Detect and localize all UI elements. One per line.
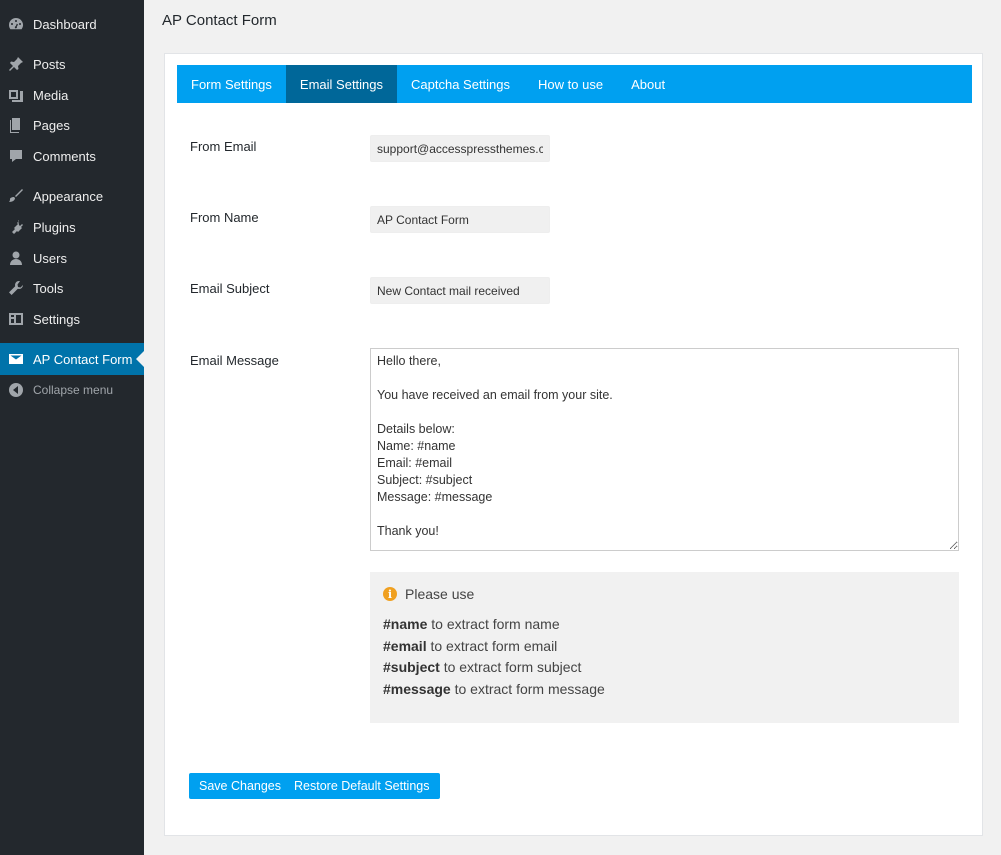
info-text: to extract form message [450,680,605,697]
settings-panel: Form Settings Email Settings Captcha Set… [164,53,983,836]
tab-how-to-use[interactable]: How to use [524,65,617,103]
info-tag: #email [383,637,427,654]
info-line-name: #name to extract form name [383,614,946,636]
dashboard-icon [8,16,24,32]
placeholder-info-box: i Please use #name to extract form name … [370,572,959,723]
email-message-label: Email Message [190,353,279,368]
sidebar-item-tools[interactable]: Tools [0,272,144,304]
sidebar-item-label: Pages [33,117,70,133]
restore-defaults-button[interactable]: Restore Default Settings [284,773,440,799]
from-name-label: From Name [190,210,259,225]
info-text: to extract form subject [439,659,582,675]
info-tag: #message [383,680,451,697]
comment-icon [8,148,24,164]
info-text: to extract form name [427,616,560,632]
media-icon [8,87,24,103]
email-message-textarea[interactable]: Hello there, You have received an email … [370,348,959,551]
sidebar-item-label: Settings [33,311,80,327]
save-changes-button[interactable]: Save Changes [189,773,292,799]
info-icon: i [383,587,397,601]
tab-bar: Form Settings Email Settings Captcha Set… [177,65,972,103]
info-heading-text: Please use [405,586,475,602]
info-line-subject: #subject to extract form subject [383,657,946,679]
from-email-input[interactable] [370,135,550,162]
sidebar-item-label: Users [33,250,67,266]
sidebar-item-label: AP Contact Form [33,351,133,367]
sidebar-item-label: Tools [33,280,64,296]
info-line-email: #email to extract form email [383,636,946,658]
sidebar-item-label: Dashboard [33,16,97,32]
collapse-menu-button[interactable]: Collapse menu [0,374,144,406]
email-subject-label: Email Subject [190,281,270,296]
sidebar-item-dashboard[interactable]: Dashboard [0,8,144,40]
sidebar-item-pages[interactable]: Pages [0,109,144,141]
info-tag: #subject [383,659,440,675]
sidebar-item-appearance[interactable]: Appearance [0,180,144,212]
envelope-icon [8,351,24,367]
page-title: AP Contact Form [162,12,277,29]
sidebar-item-label: Media [33,87,69,103]
admin-sidebar: Dashboard Posts Media Pages Comments App… [0,0,144,855]
plugin-icon [8,219,24,235]
sidebar-item-label: Posts [33,56,66,72]
from-email-label: From Email [190,139,257,154]
from-name-input[interactable] [370,206,550,233]
user-icon [8,250,24,266]
sidebar-item-plugins[interactable]: Plugins [0,211,144,243]
tab-form-settings[interactable]: Form Settings [177,65,286,103]
sidebar-item-media[interactable]: Media [0,79,144,111]
info-line-message: #message to extract form message [383,679,946,701]
tab-captcha-settings[interactable]: Captcha Settings [397,65,524,103]
sidebar-item-label: Plugins [33,219,76,235]
collapse-arrow-icon [8,382,24,398]
email-subject-input[interactable] [370,277,550,304]
settings-icon [8,311,24,327]
info-text: to extract form email [426,637,558,654]
sidebar-item-posts[interactable]: Posts [0,48,144,80]
sidebar-item-users[interactable]: Users [0,242,144,274]
sidebar-item-label: Comments [33,148,96,164]
tab-email-settings[interactable]: Email Settings [285,65,398,103]
wrench-icon [8,280,24,296]
pages-icon [8,117,24,133]
info-tag: #name [383,616,428,632]
info-heading: i Please use [383,586,946,602]
tab-about[interactable]: About [617,65,679,103]
sidebar-item-comments[interactable]: Comments [0,140,144,172]
brush-icon [8,188,24,204]
pin-icon [8,56,24,72]
sidebar-item-ap-contact-form[interactable]: AP Contact Form [0,343,144,375]
collapse-label: Collapse menu [33,383,114,397]
sidebar-item-settings[interactable]: Settings [0,303,144,335]
sidebar-item-label: Appearance [33,188,104,204]
